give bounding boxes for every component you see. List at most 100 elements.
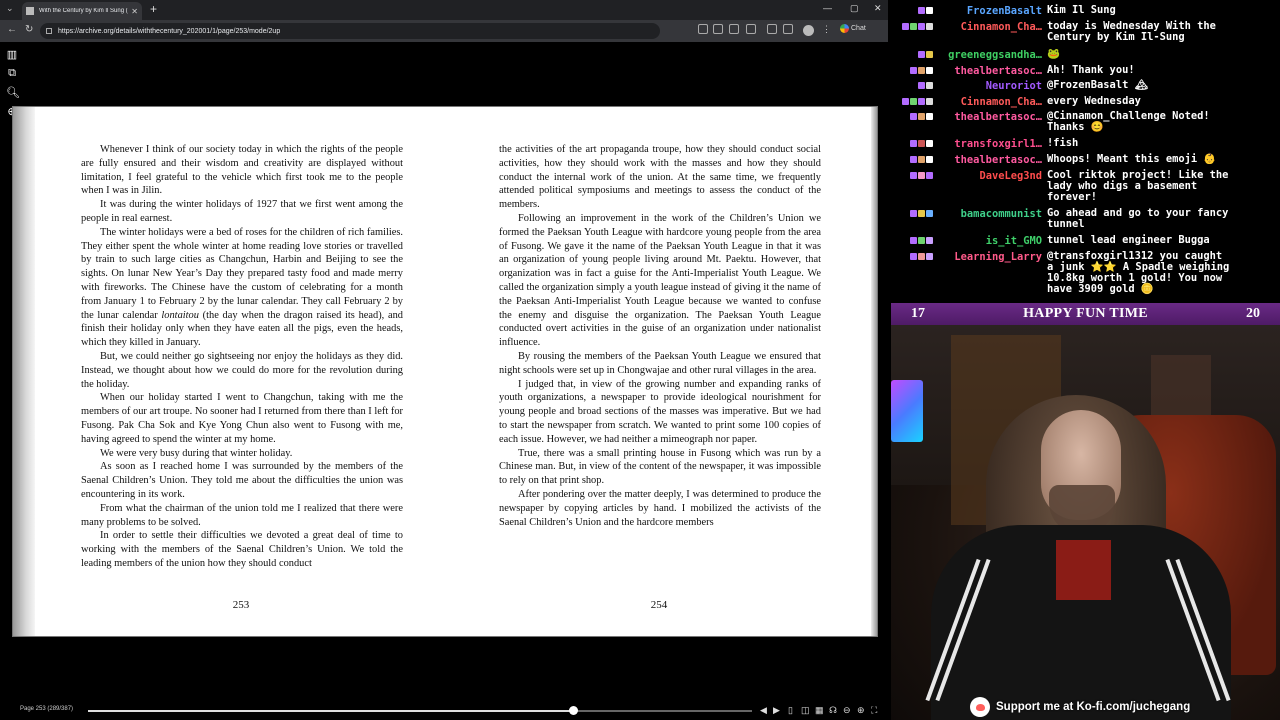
paragraph: It was during the winter holidays of 192… [81,199,403,224]
badge-icon [910,237,917,244]
profile-avatar[interactable] [803,25,814,36]
chat-username[interactable]: greeneggsandha… [920,49,1042,61]
pages-icon[interactable]: ⧉ [6,67,18,79]
zoom-in-icon[interactable]: ⊕ [857,705,865,716]
close-window-icon[interactable]: ✕ [874,3,882,14]
chat-username[interactable]: is_it_GMO [920,235,1042,247]
menu-dots-icon[interactable]: ⋮ [822,24,831,35]
badge-icon [910,98,917,105]
paragraph: But, we could neither go sightseeing nor… [81,350,403,390]
read-aloud-icon[interactable]: ☊ [829,705,837,716]
chat-username[interactable]: bamacommunist [920,208,1042,220]
one-page-icon[interactable]: ▯ [788,705,793,716]
browser-tab[interactable]: With the Century by Kim Il Sung (E ✕ [22,2,142,20]
paragraph: We were very busy during that winter hol… [100,447,293,459]
close-tab-icon[interactable]: ✕ [131,7,138,16]
badge-icon [902,98,909,105]
chat-label: Chat [851,25,866,32]
webcam-feed [891,325,1280,720]
zoom-out-icon[interactable]: ⊖ [843,705,851,716]
chat-username[interactable]: Neuroriot [920,80,1042,92]
reload-icon[interactable]: ↻ [25,24,33,35]
search-icon[interactable]: 🔍︎ [6,87,20,99]
chat-text: @FrozenBasalt 🏔 [1047,79,1148,91]
chat-username[interactable]: transfoxgirl1… [920,138,1042,150]
badge-icon [910,113,917,120]
chat-text: @transfoxgirl1312 you caught a junk ⭐⭐ A… [1047,250,1230,295]
thumbnail-icon[interactable]: ▦ [815,705,824,716]
chat-username[interactable]: thealbertasoc… [920,154,1042,166]
address-bar[interactable]: https://archive.org/details/withthecentu… [40,23,660,39]
page-stack-edge [13,107,35,636]
chat-username[interactable]: thealbertasoc… [920,111,1042,123]
kofi-cup-icon [970,697,990,717]
page-slider[interactable] [88,710,752,712]
chat-button[interactable]: Chat [840,24,866,33]
reading-mode-icon[interactable] [713,24,723,34]
left-page-number: 253 [232,599,250,611]
chat-username[interactable]: Learning_Larry [920,251,1042,263]
paragraph: From what the chairman of the union told… [81,502,403,528]
prev-page-icon[interactable]: ◀ [760,705,767,716]
page-slider-fill [88,710,573,712]
stream-chat: FrozenBasalt Kim Il Sung Cinnamon_Cha… toda… [888,0,1280,302]
chat-text: tunnel lead engineer Bugga [1047,234,1210,246]
chat-username[interactable]: FrozenBasalt [920,5,1042,17]
chat-username[interactable]: DaveLeg3nd [920,170,1042,182]
paragraph: When our holiday started I went to Chang… [81,392,403,445]
chat-text: Whoops! Meant this emoji 👶 [1047,153,1217,165]
badge-icon [902,23,909,30]
paragraph: the activities of the art propaganda tro… [499,144,821,211]
chat-username[interactable]: thealbertasoc… [920,65,1042,77]
url-text: https://archive.org/details/withthecentu… [58,27,281,35]
downloads-icon[interactable] [783,24,793,34]
extension-icon[interactable] [746,24,756,34]
kofi-text: Support me at Ko-fi.com/juchegang [996,701,1191,713]
chat-text: 🐸 [1047,48,1060,60]
chat-text: Go ahead and go to your fancy tunnel [1047,207,1229,230]
left-page-text: Whenever I think of our society today in… [81,143,403,571]
extensions-puzzle-icon[interactable] [767,24,777,34]
paragraph: In order to settle their difficulties we… [81,530,403,569]
library-icon[interactable]: ▥ [6,49,18,61]
fullscreen-icon[interactable]: ⛶ [871,705,877,716]
zoom-icon[interactable] [698,24,708,34]
chat-text: Ah! Thank you! [1047,64,1135,76]
paragraph: True, there was a small printing house i… [499,447,821,487]
maximize-icon[interactable]: ▢ [850,3,859,14]
chat-text: !fish [1047,137,1079,149]
tab-search-icon[interactable]: ⌄ [6,3,14,14]
gemini-icon [840,24,849,33]
chat-text: today is Wednesday With the Century by K… [1047,20,1216,43]
reader-nav-bar: Page 253 (289/387) ◀ ▶ ▯ ◫ ▦ ☊ ⊖ ⊕ ⛶ [0,701,888,720]
page-edge [871,107,877,636]
chat-text: Kim Il Sung [1047,4,1116,16]
back-icon[interactable]: ← [7,24,17,35]
minimize-icon[interactable]: — [823,3,832,13]
new-tab-button[interactable]: + [150,2,157,16]
chat-username[interactable]: Cinnamon_Cha… [920,21,1042,33]
site-info-icon[interactable] [46,28,52,34]
chat-text: @Cinnamon_Challenge Noted! Thanks 😊 [1047,110,1210,133]
toolbar: ← ↻ https://archive.org/details/withthec… [0,20,888,42]
title-bar: 17 HAPPY FUN TIME 20 [891,303,1280,325]
next-page-icon[interactable]: ▶ [773,705,780,716]
badge-icon [910,253,917,260]
red-shirt [1056,540,1111,600]
page-slider-handle[interactable] [568,706,578,715]
tab-strip: ⌄ With the Century by Kim Il Sung (E ✕ +… [0,0,888,20]
archive-favicon-icon [26,7,34,15]
badge-icon [910,67,917,74]
two-page-icon[interactable]: ◫ [801,705,810,716]
paragraph: I judged that, in view of the growing nu… [499,378,821,445]
bookmark-star-icon[interactable] [729,24,739,34]
chat-text: Cool riktok project! Like the lady who d… [1047,169,1229,203]
chat-username[interactable]: Cinnamon_Cha… [920,96,1042,108]
paragraph: As soon as I reached home I was surround… [81,461,403,500]
badge-icon [910,172,917,179]
chat-text: every Wednesday [1047,95,1141,107]
book-spread: Whenever I think of our society today in… [12,106,878,637]
browser-window: ⌄ With the Century by Kim Il Sung (E ✕ +… [0,0,888,720]
right-page-number: 254 [650,599,668,611]
paragraph: Whenever I think of our society today in… [81,144,403,197]
